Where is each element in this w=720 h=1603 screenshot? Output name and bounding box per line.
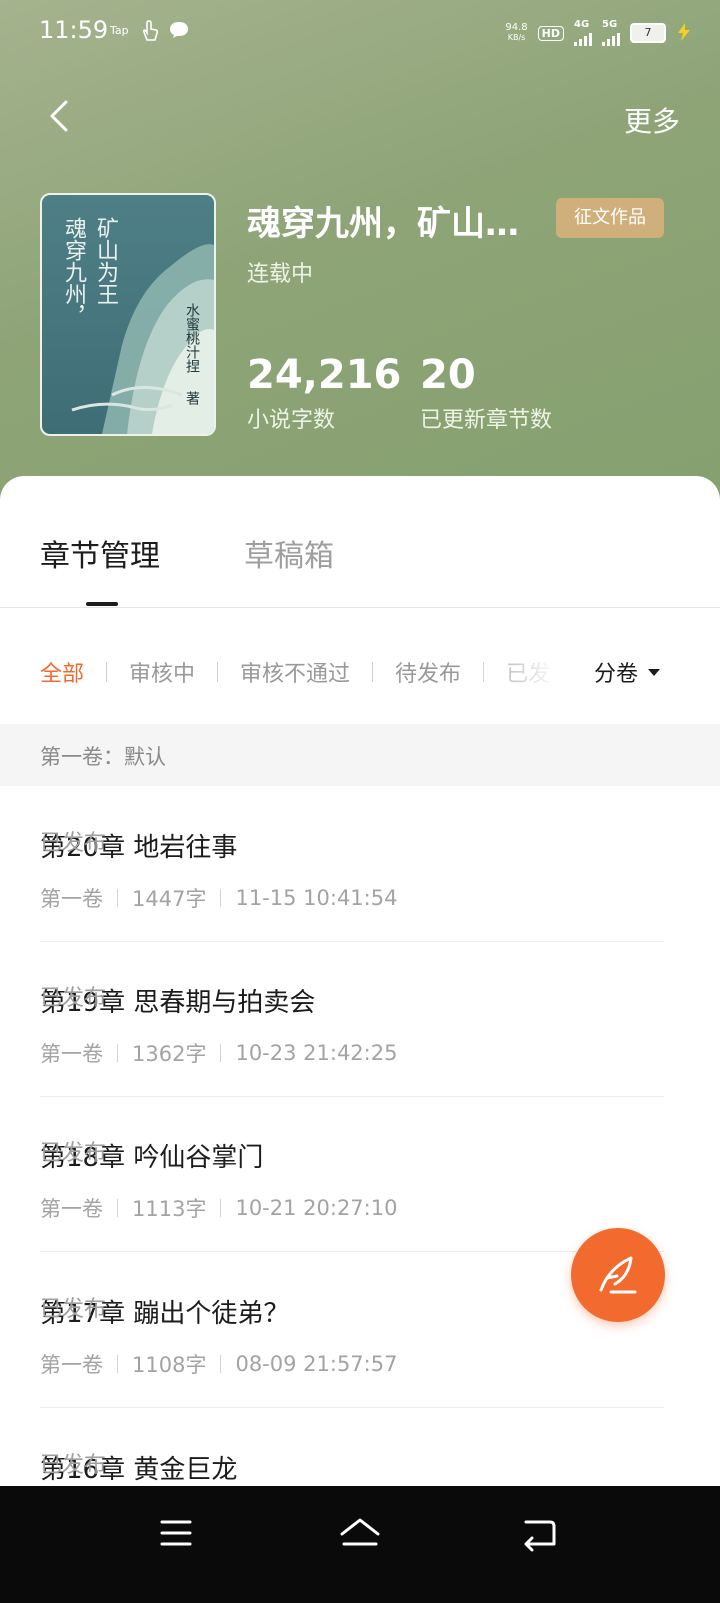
volume-header-label: 第一卷：默认 [40, 745, 166, 769]
tab-drafts[interactable]: 草稿箱 [244, 531, 334, 575]
system-nav-bar [0, 1486, 720, 1603]
chapter-volume: 第一卷 [40, 1197, 103, 1221]
volume-dropdown-label: 分卷 [594, 662, 639, 687]
chapter-volume: 第一卷 [40, 887, 103, 911]
chapter-time: 10-21 20:27:10 [235, 1196, 398, 1220]
filter-separator [106, 662, 108, 682]
chapter-status: 已发布 [40, 831, 107, 856]
filter-separator [217, 662, 219, 682]
home-icon[interactable] [330, 1508, 390, 1558]
chapter-words: 1362字 [132, 1042, 207, 1066]
cover-author-suffix: 著 [184, 391, 200, 405]
chapter-time: 08-09 21:57:57 [235, 1352, 398, 1376]
book-cover[interactable]: 矿山为王 魂穿九州， 水蜜桃汁捏 著 [40, 193, 216, 436]
status-right: 94.8 KB/s HD 4G 5G 7 [505, 20, 692, 46]
chapter-meta: 第一卷 1108字 08-09 21:57:57 [40, 1349, 397, 1379]
chapter-words: 1447字 [132, 887, 207, 911]
signal-5g: 5G [602, 20, 620, 46]
tab-chapter-management[interactable]: 章节管理 [40, 531, 160, 575]
chapter-volume: 第一卷 [40, 1353, 103, 1377]
chapter-volume: 第一卷 [40, 1042, 103, 1066]
row-divider [40, 1407, 664, 1408]
more-button[interactable]: 更多 [624, 100, 680, 140]
chapter-meta: 第一卷 1447字 11-15 10:41:54 [40, 883, 397, 913]
chapter-row[interactable]: 第19章 思春期与拍卖会 已发布 第一卷 1362字 10-23 21:42:2… [40, 942, 664, 1097]
menu-icon[interactable] [146, 1508, 206, 1558]
chapter-count-label: 已更新章节数 [420, 408, 553, 433]
charging-icon [676, 22, 692, 44]
write-chapter-button[interactable] [571, 1228, 665, 1322]
chapter-count-value: 20 [420, 352, 476, 398]
cover-title-col2: 魂穿九州， [61, 217, 86, 327]
tap-indicator: Tap [110, 24, 129, 37]
chapter-status: 已发布 [40, 1453, 107, 1478]
net-speed: 94.8 KB/s [505, 22, 528, 43]
contest-badge[interactable]: 征文作品 [556, 198, 664, 238]
filter-separator [372, 662, 374, 682]
chapter-words: 1108字 [132, 1353, 207, 1377]
chapter-time: 11-15 10:41:54 [235, 886, 398, 910]
back-button[interactable] [44, 96, 84, 140]
tab-indicator [86, 602, 118, 606]
message-icon [168, 20, 190, 44]
chapter-status: 已发布 [40, 1141, 107, 1166]
chapter-meta: 第一卷 1113字 10-21 20:27:10 [40, 1193, 397, 1223]
book-status: 连载中 [247, 262, 314, 287]
cover-author: 水蜜桃汁捏 [184, 303, 200, 373]
filter-all[interactable]: 全部 [40, 656, 84, 688]
hd-icon: HD [537, 25, 564, 41]
back-icon[interactable] [510, 1508, 570, 1558]
filter-reviewing[interactable]: 审核中 [129, 656, 195, 688]
status-bar: 11:59 Tap 94.8 KB/s HD 4G 5G 7 [0, 14, 720, 50]
chevron-left-icon [50, 100, 68, 132]
filter-pending[interactable]: 待发布 [395, 656, 461, 688]
volume-header: 第一卷：默认 [0, 724, 720, 786]
volume-dropdown[interactable]: 分卷 [594, 656, 661, 688]
touch-icon [140, 20, 160, 46]
filter-rejected[interactable]: 审核不通过 [240, 656, 350, 688]
filter-fade [470, 648, 580, 692]
word-count-value: 24,216 [247, 352, 402, 398]
chapter-words: 1113字 [132, 1197, 207, 1221]
caret-down-icon [648, 668, 661, 676]
word-count-label: 小说字数 [247, 408, 336, 433]
chapter-row[interactable]: 第20章 地岩往事 已发布 第一卷 1447字 11-15 10:41:54 [40, 787, 664, 942]
battery-icon: 7 [630, 23, 666, 43]
book-title: 魂穿九州，矿山… [247, 204, 519, 244]
chapter-time: 10-23 21:42:25 [235, 1041, 398, 1065]
status-time: 11:59 [39, 16, 109, 44]
chapter-status: 已发布 [40, 986, 107, 1011]
quill-pen-icon [599, 1256, 637, 1294]
tab-divider [0, 607, 720, 608]
cover-title-col1: 矿山为王 [93, 217, 118, 305]
chapter-meta: 第一卷 1362字 10-23 21:42:25 [40, 1038, 397, 1068]
signal-4g: 4G [574, 20, 592, 46]
